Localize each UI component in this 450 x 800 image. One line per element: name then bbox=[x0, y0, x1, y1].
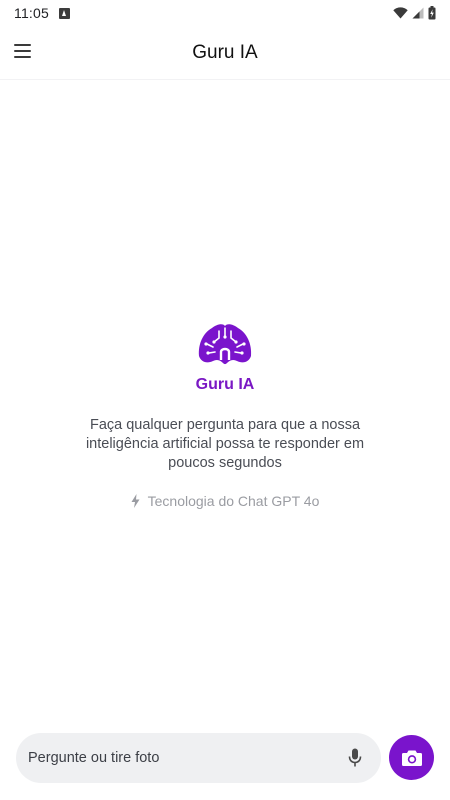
cell-signal-icon bbox=[412, 7, 424, 19]
lightning-bolt-icon bbox=[131, 494, 140, 508]
microphone-icon[interactable] bbox=[345, 747, 365, 769]
app-screen: 11:05 Guru IA Guru IA Faça qualquer perg… bbox=[0, 0, 450, 800]
camera-button[interactable] bbox=[389, 735, 434, 780]
brain-logo-icon bbox=[198, 324, 252, 365]
hamburger-menu-icon[interactable] bbox=[14, 40, 36, 62]
intro-description: Faça qualquer pergunta para que a nossa … bbox=[85, 417, 365, 471]
wifi-icon bbox=[393, 7, 408, 19]
status-time: 11:05 bbox=[14, 5, 49, 21]
tech-info: Tecnologia do Chat GPT 4o bbox=[131, 493, 320, 509]
status-icons bbox=[393, 6, 436, 20]
question-input[interactable] bbox=[28, 750, 345, 766]
app-bar: Guru IA bbox=[0, 26, 450, 80]
tech-text: Tecnologia do Chat GPT 4o bbox=[147, 493, 320, 509]
page-title: Guru IA bbox=[192, 41, 258, 63]
app-notification-icon bbox=[59, 7, 70, 19]
brand-name: Guru IA bbox=[195, 376, 255, 393]
battery-charging-icon bbox=[428, 6, 436, 20]
status-bar: 11:05 bbox=[0, 0, 450, 26]
camera-icon bbox=[401, 750, 422, 766]
empty-state: Guru IA Faça qualquer pergunta para que … bbox=[0, 322, 450, 509]
composer-bar bbox=[16, 733, 381, 783]
